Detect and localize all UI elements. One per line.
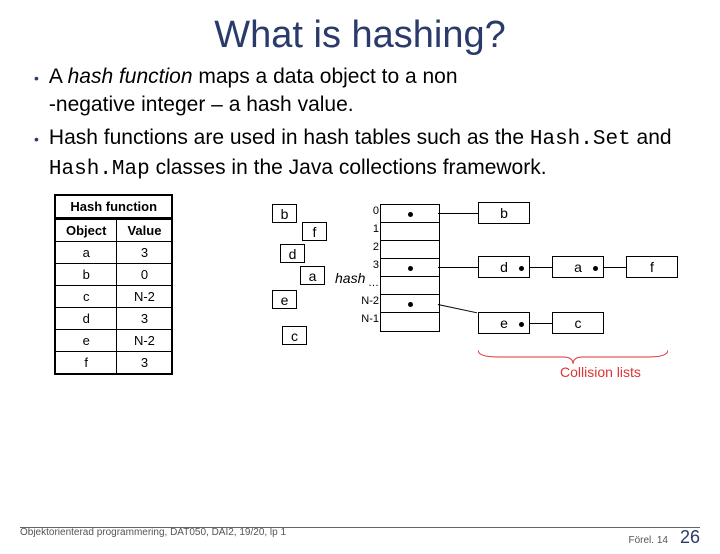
- table-row: cN-2: [55, 285, 172, 307]
- node-e: e: [478, 312, 530, 334]
- node-label: d: [500, 259, 508, 275]
- slide-footer: Objektorienterad programmering, DAT050, …: [20, 527, 700, 548]
- bullet-item: Hash functions are used in hash tables s…: [49, 124, 686, 183]
- node-f: f: [626, 256, 678, 278]
- hash-diagram: b f d a e c hash 0 1 2 3 … N-2 N-1 b d a…: [260, 194, 700, 414]
- table-row: a3: [55, 241, 172, 263]
- code-hashset: Hash.Set: [530, 128, 631, 151]
- input-d: d: [280, 244, 305, 263]
- cell: c: [55, 285, 117, 307]
- slot-index: …: [357, 277, 379, 289]
- footer-right: Förel. 14: [629, 535, 668, 546]
- footer-left: Objektorienterad programmering, DAT050, …: [20, 527, 286, 548]
- cell: 0: [117, 263, 172, 285]
- input-f: f: [302, 222, 327, 241]
- node-a: a: [552, 256, 604, 278]
- input-b: b: [272, 204, 297, 223]
- table-row: b0: [55, 263, 172, 285]
- table-caption: Hash function: [54, 194, 173, 218]
- node-label: c: [575, 315, 582, 331]
- bullet-dot: •: [34, 69, 39, 118]
- cell: 3: [117, 351, 172, 374]
- slot-index: N-1: [357, 313, 379, 325]
- slot-index: 2: [357, 241, 379, 253]
- brace-icon: [478, 350, 668, 364]
- col-header-object: Object: [55, 219, 117, 242]
- table-row: d3: [55, 307, 172, 329]
- cell: N-2: [117, 329, 172, 351]
- node-label: e: [500, 315, 508, 331]
- cell: 3: [117, 241, 172, 263]
- col-header-value: Value: [117, 219, 172, 242]
- cell: a: [55, 241, 117, 263]
- text: and: [631, 126, 672, 149]
- slot-index: 3: [357, 259, 379, 271]
- text: maps a data object to a non: [193, 65, 458, 88]
- term-hash-function: hash function: [68, 65, 193, 88]
- slot-index: 0: [357, 205, 379, 217]
- node-label: a: [574, 259, 582, 275]
- node-label: f: [650, 259, 654, 275]
- table-row: eN-2: [55, 329, 172, 351]
- node-label: b: [500, 205, 508, 221]
- diagram-area: Hash function ObjectValue a3 b0 cN-2 d3 …: [0, 194, 720, 434]
- bullet-list: • A hash function maps a data object to …: [0, 63, 720, 184]
- cell: f: [55, 351, 117, 374]
- page-number: 26: [680, 527, 700, 548]
- input-c: c: [282, 326, 307, 345]
- text: Hash functions are used in hash tables s…: [49, 126, 530, 149]
- cell: d: [55, 307, 117, 329]
- cell: b: [55, 263, 117, 285]
- collision-lists-label: Collision lists: [560, 364, 641, 380]
- bullet-dot: •: [34, 130, 39, 183]
- input-e: e: [272, 290, 297, 309]
- text: classes in the Java collections framewor…: [150, 156, 547, 179]
- slot-array: 0 1 2 3 … N-2 N-1: [380, 204, 440, 332]
- hash-function-table: Hash function ObjectValue a3 b0 cN-2 d3 …: [54, 194, 173, 375]
- node-c: c: [552, 312, 604, 334]
- slot-index: N-2: [357, 295, 379, 307]
- cell: e: [55, 329, 117, 351]
- slide-title: What is hashing?: [0, 14, 720, 57]
- input-a: a: [300, 266, 325, 285]
- node-d: d: [478, 256, 530, 278]
- table-row: f3: [55, 351, 172, 374]
- cell: 3: [117, 307, 172, 329]
- bullet-item: A hash function maps a data object to a …: [49, 63, 458, 118]
- code-hashmap: Hash.Map: [49, 158, 150, 181]
- text: -negative integer – a hash value.: [49, 93, 354, 116]
- cell: N-2: [117, 285, 172, 307]
- slot-index: 1: [357, 223, 379, 235]
- text: A: [49, 65, 68, 88]
- node-b: b: [478, 202, 530, 224]
